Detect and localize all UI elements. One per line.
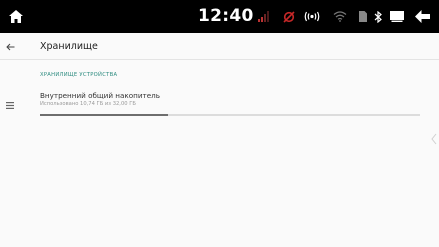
chevron-left-icon[interactable] — [431, 130, 437, 145]
storage-list-icon — [6, 92, 20, 109]
storage-usage-text: Использовано 10,74 ГБ из 32,00 ГБ — [40, 101, 136, 107]
bluetooth-icon — [371, 0, 385, 33]
section-header: ХРАНИЛИЩЕ УСТРОЙСТВА — [40, 72, 118, 78]
sync-off-icon — [282, 0, 296, 33]
storage-usage-bar — [40, 114, 420, 116]
screen-icon[interactable] — [389, 0, 405, 33]
internal-storage-item[interactable]: Внутренний общий накопитель Использовано… — [0, 86, 439, 120]
clock: 12:40 — [198, 6, 254, 26]
wireless-broadcast-icon — [303, 0, 321, 33]
sim-card-icon — [357, 0, 369, 33]
storage-name: Внутренний общий накопитель — [40, 91, 160, 100]
wifi-icon — [332, 0, 348, 33]
storage-usage-fill — [40, 114, 168, 116]
status-bar: 12:40 — [0, 0, 439, 33]
arrow-left-icon — [6, 43, 15, 50]
page-title: Хранилище — [40, 41, 98, 52]
app-bar: Хранилище — [0, 33, 439, 60]
back-button[interactable] — [6, 33, 26, 60]
back-arrow-icon[interactable] — [411, 0, 433, 33]
signal-bars-icon — [256, 0, 270, 33]
home-icon[interactable] — [4, 0, 28, 33]
